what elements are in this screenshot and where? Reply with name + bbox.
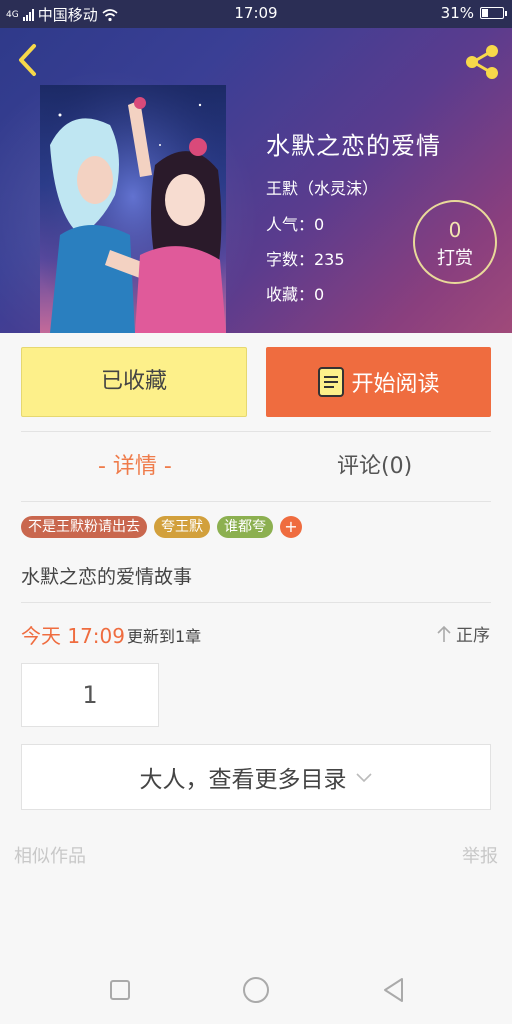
chevron-left-icon[interactable] xyxy=(12,42,44,78)
report-link[interactable]: 举报 xyxy=(462,842,498,868)
add-tag-button[interactable]: + xyxy=(280,516,302,538)
status-bar: 4G 中国移动 17:09 31% xyxy=(0,0,512,28)
battery-icon xyxy=(480,7,507,19)
update-time: 今天 17:09 xyxy=(21,624,125,648)
tab-details[interactable]: - 详情 - xyxy=(98,446,172,488)
tip-button[interactable]: 0 打赏 xyxy=(413,200,497,284)
update-text: 更新到1章 xyxy=(127,627,202,646)
status-time: 17:09 xyxy=(234,4,278,22)
tip-label: 打赏 xyxy=(437,248,473,269)
tip-count: 0 xyxy=(448,218,462,242)
book-description: 水默之恋的爱情故事 xyxy=(21,566,193,588)
chapter-item[interactable]: 1 xyxy=(21,663,159,727)
collected-button[interactable]: 已收藏 xyxy=(21,347,247,417)
book-title: 水默之恋的爱情 xyxy=(266,132,441,160)
start-reading-label: 开始阅读 xyxy=(351,372,440,397)
start-reading-button[interactable]: 开始阅读 xyxy=(266,347,491,417)
share-icon[interactable] xyxy=(462,42,502,82)
divider xyxy=(21,602,491,603)
similar-works-heading: 相似作品 xyxy=(14,846,86,867)
book-detail-screen: 4G 中国移动 17:09 31% 水默之恋的爱情 王默（水灵沫） 人气：0 字… xyxy=(0,0,512,1024)
sort-order-label: 正序 xyxy=(456,626,490,646)
more-toc-label: 大人，查看更多目录 xyxy=(139,767,347,793)
book-icon xyxy=(318,367,345,397)
book-header: 水默之恋的爱情 王默（水灵沫） 人气：0 字数：235 收藏：0 0 打赏 xyxy=(0,28,512,333)
triangle-back-icon[interactable] xyxy=(376,972,412,1008)
more-toc-button[interactable]: 大人，查看更多目录 xyxy=(21,744,491,810)
tag-item[interactable]: 不是王默粉请出去 xyxy=(21,516,147,538)
status-right: 31% xyxy=(440,4,507,22)
cover-illustration xyxy=(40,85,226,333)
arrow-up-icon xyxy=(437,625,451,642)
book-author[interactable]: 王默（水灵沫） xyxy=(266,175,441,199)
tag-list: 不是王默粉请出去 夸王默 谁都夸 + xyxy=(21,516,302,538)
book-cover-image[interactable] xyxy=(40,85,226,333)
favorites-stat: 收藏：0 xyxy=(266,285,325,304)
tag-item[interactable]: 谁都夸 xyxy=(217,516,273,538)
sort-order-button[interactable]: 正序 xyxy=(436,621,490,646)
divider xyxy=(21,431,491,432)
square-icon[interactable] xyxy=(102,972,138,1008)
tag-item[interactable]: 夸王默 xyxy=(154,516,210,538)
divider xyxy=(21,501,491,502)
system-nav-bar xyxy=(0,958,512,1024)
tab-comments[interactable]: 评论(0) xyxy=(337,446,412,488)
battery-percent: 31% xyxy=(440,4,474,22)
chevron-down-icon xyxy=(355,773,372,783)
circle-icon[interactable] xyxy=(238,972,274,1008)
